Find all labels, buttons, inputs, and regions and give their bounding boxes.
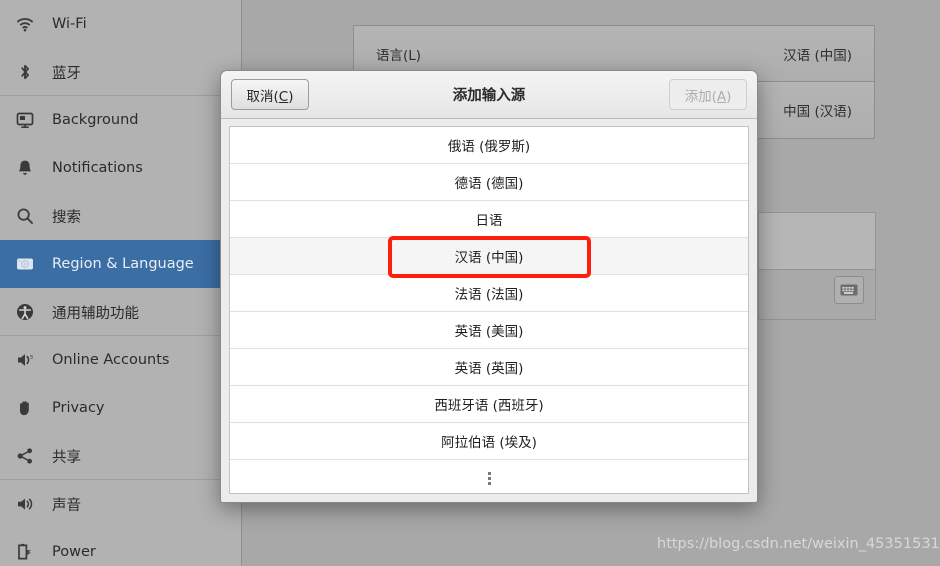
input-source-label: 汉语 (中国) (454, 250, 524, 266)
input-source-label: 英语 (英国) (454, 361, 524, 377)
sidebar-item-region-language[interactable]: Region & Language (0, 240, 241, 288)
language-row-value: 汉语 (中国) (783, 47, 852, 64)
sidebar-item-wifi[interactable]: Wi-Fi (0, 0, 241, 48)
sidebar-item-label: Region & Language (52, 256, 194, 272)
input-sources-list-panel (758, 212, 876, 270)
sidebar-item-power[interactable]: Power (0, 528, 241, 566)
share-icon (12, 445, 38, 467)
input-source-label: 英语 (美国) (454, 324, 524, 340)
sidebar-item-label: 搜索 (52, 209, 81, 226)
sidebar-item-online-accounts[interactable]: s Online Accounts (0, 336, 241, 384)
cancel-button-label: 取消(C) (246, 88, 294, 105)
keyboard-shortcuts-button[interactable] (834, 276, 864, 304)
sidebar-item-notifications[interactable]: Notifications (0, 144, 241, 192)
region-row-value: 中国 (汉语) (783, 104, 852, 120)
cancel-button[interactable]: 取消(C) (231, 79, 309, 110)
wifi-icon (12, 13, 38, 35)
input-source-row[interactable]: 阿拉伯语 (埃及) (230, 423, 748, 460)
sidebar-item-label: 共享 (52, 449, 81, 466)
more-vertical-icon (487, 472, 491, 485)
dialog-header-bar: 取消(C) 添加输入源 添加(A) (221, 71, 757, 119)
dialog-body: 俄语 (俄罗斯) 德语 (德国) 日语汉语 (中国) 法语 (法国) 英语 (美国) 英语… (221, 119, 757, 502)
input-source-label: 日语 (475, 213, 503, 229)
sidebar-item-bluetooth[interactable]: 蓝牙 (0, 48, 241, 96)
svg-text:s: s (30, 353, 33, 360)
input-source-row[interactable]: 西班牙语 (西班牙) (230, 386, 748, 423)
sidebar-item-accessibility[interactable]: 通用辅助功能 (0, 288, 241, 336)
sidebar-item-label: Power (52, 544, 96, 560)
sidebar-item-label: Privacy (52, 400, 105, 416)
input-source-row[interactable]: 俄语 (俄罗斯) (230, 127, 748, 164)
sidebar-item-label: 声音 (52, 497, 81, 514)
sidebar-item-sharing[interactable]: 共享 (0, 432, 241, 480)
sidebar-item-label: Wi-Fi (52, 16, 87, 32)
keyboard-icon (840, 281, 858, 300)
sidebar-item-label: 通用辅助功能 (52, 305, 139, 322)
sidebar-item-search[interactable]: 搜索 (0, 192, 241, 240)
accessibility-icon (12, 301, 38, 323)
sidebar-item-background[interactable]: Background (0, 96, 241, 144)
region-language-icon (12, 253, 38, 275)
input-source-row[interactable]: 法语 (法国) (230, 275, 748, 312)
input-source-label: 阿拉伯语 (埃及) (441, 435, 537, 451)
speaker-icon (12, 493, 38, 515)
settings-sidebar: Wi-Fi 蓝牙 Background Notifications 搜索 Region &… (0, 0, 242, 566)
add-button[interactable]: 添加(A) (669, 79, 747, 110)
sidebar-item-label: Notifications (52, 160, 143, 176)
sidebar-item-privacy[interactable]: Privacy (0, 384, 241, 432)
bluetooth-icon (12, 61, 38, 83)
add-input-source-dialog: 取消(C) 添加输入源 添加(A) 俄语 (俄罗斯) 德语 (德国) 日语汉语 (中… (220, 70, 758, 503)
input-source-more-row[interactable] (230, 460, 748, 493)
input-source-row[interactable]: 英语 (美国) (230, 312, 748, 349)
monitor-icon (12, 109, 38, 131)
hand-icon (12, 397, 38, 419)
online-accounts-icon: s (12, 349, 38, 371)
input-source-row[interactable]: 汉语 (中国) (230, 238, 748, 275)
bell-icon (12, 157, 38, 179)
sidebar-item-label: Online Accounts (52, 352, 170, 368)
add-button-label: 添加(A) (684, 88, 732, 105)
input-source-list[interactable]: 俄语 (俄罗斯) 德语 (德国) 日语汉语 (中国) 法语 (法国) 英语 (美国) 英语… (229, 126, 749, 494)
language-row-label: 语言(L) (376, 47, 422, 64)
input-source-row[interactable]: 日语 (230, 201, 748, 238)
input-source-label: 法语 (法国) (454, 287, 524, 303)
input-source-row[interactable]: 英语 (英国) (230, 349, 748, 386)
sidebar-item-label: 蓝牙 (52, 65, 81, 82)
input-source-label: 俄语 (俄罗斯) (447, 139, 531, 155)
sidebar-item-sound[interactable]: 声音 (0, 480, 241, 528)
search-icon (12, 205, 38, 227)
watermark-text: https://blog.csdn.net/weixin_45351531 (657, 536, 940, 552)
sidebar-item-label: Background (52, 112, 139, 128)
power-battery-icon (12, 541, 38, 563)
input-source-label: 德语 (德国) (454, 176, 524, 192)
input-source-label: 西班牙语 (西班牙) (434, 398, 544, 414)
input-source-row[interactable]: 德语 (德国) (230, 164, 748, 201)
screen: Wi-Fi 蓝牙 Background Notifications 搜索 Region &… (0, 0, 940, 566)
